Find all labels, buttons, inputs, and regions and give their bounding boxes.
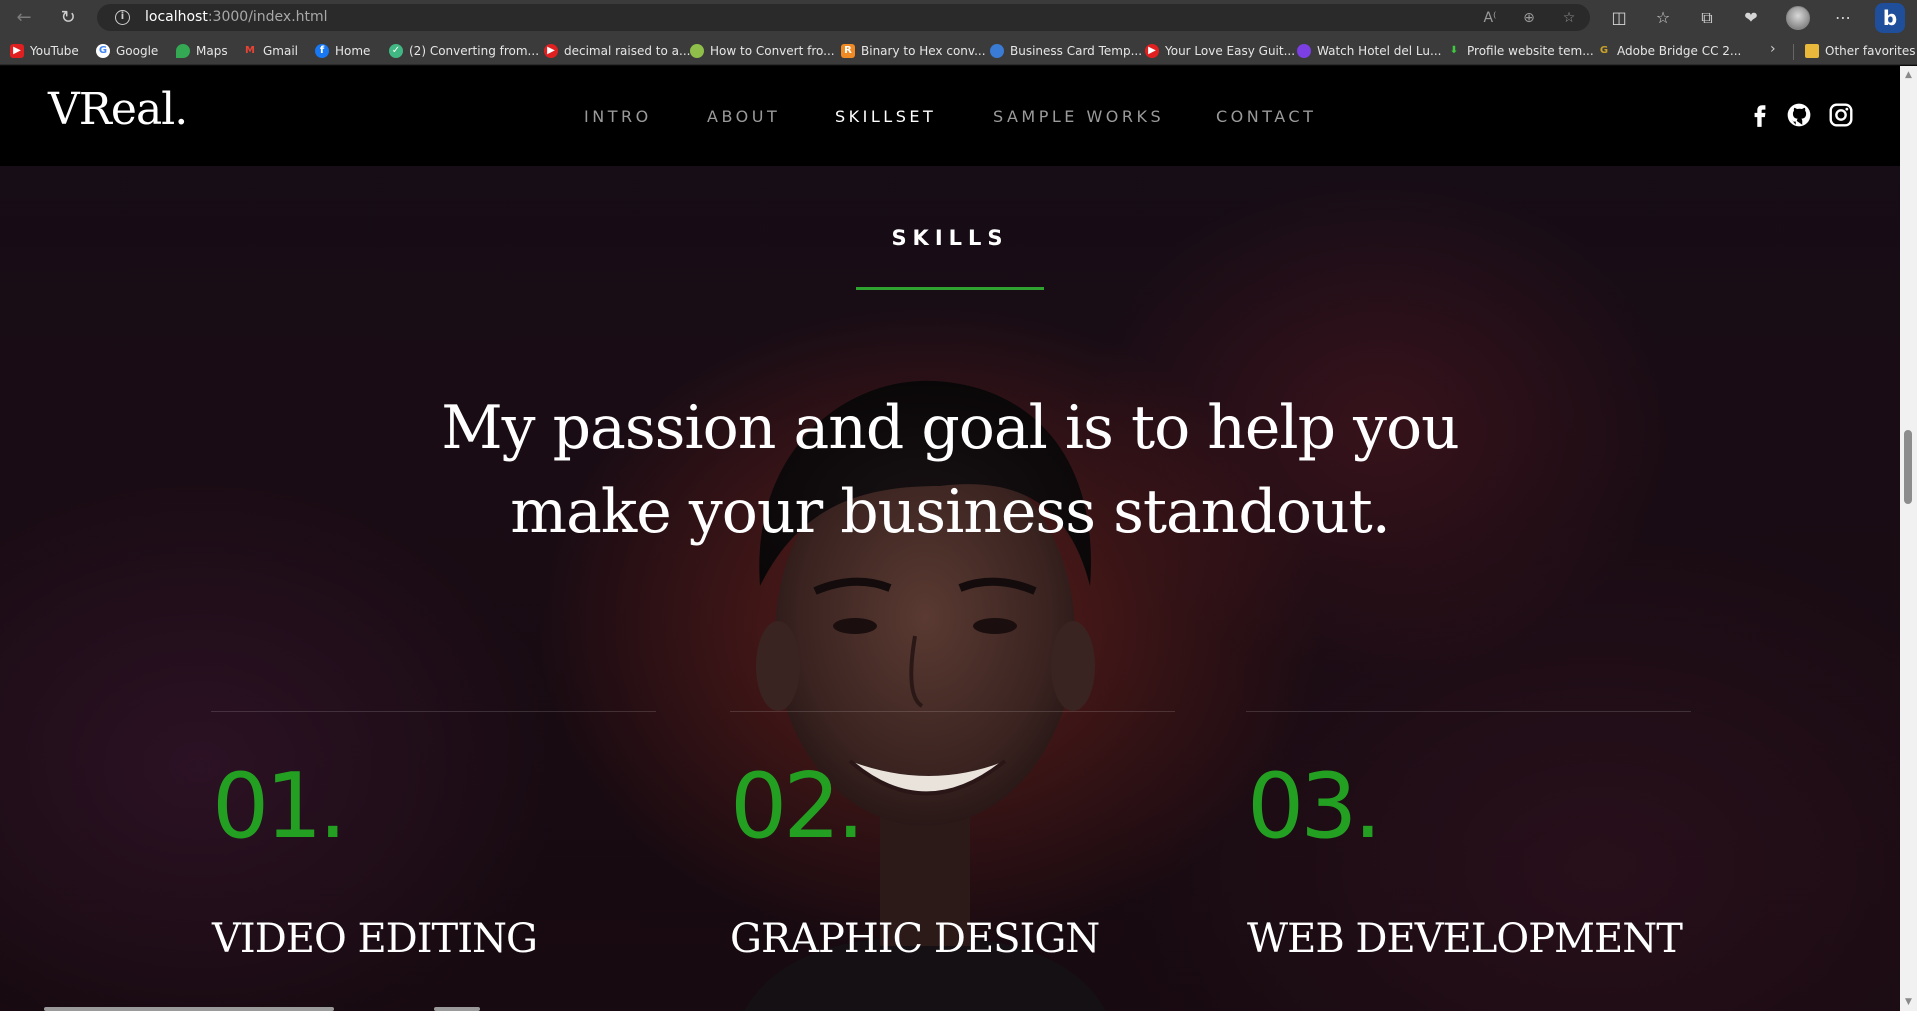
bookmark-item[interactable]: R Binary to Hex conv... [841,42,986,60]
url-path: :3000/index.html [207,9,328,25]
facebook-icon: f [315,44,329,58]
facebook-icon[interactable] [1747,102,1773,128]
github-icon[interactable] [1786,102,1812,128]
bookmark-label: Watch Hotel del Lu... [1317,44,1442,58]
section-underline [856,287,1044,290]
youtube-icon: ▶ [10,44,24,58]
bookmark-item[interactable]: G Google [96,42,158,60]
bookmark-label: (2) Converting from... [409,44,540,58]
more-options-icon[interactable]: ⋯ [1830,5,1856,31]
back-button[interactable]: ← [10,4,38,32]
skill-number: 03. [1247,754,1382,859]
other-favorites[interactable]: Other favorites [1805,42,1916,60]
browser-toolbar: ← ↻ i localhost:3000/index.html A⁽ ⊕ ☆ ◫… [0,0,1917,35]
flower-icon [1297,44,1311,58]
site-logo[interactable]: VReal. [48,84,188,135]
bookmark-label: Maps [196,44,228,58]
bookmark-item[interactable]: Business Card Temp... [990,42,1142,60]
headline-line: make your business standout. [510,477,1391,547]
scroll-up-arrow-icon[interactable]: ▲ [1900,68,1917,82]
nav-link-intro[interactable]: INTRO [584,107,652,126]
bing-copilot-button[interactable]: b [1875,3,1905,33]
skill-title: GRAPHIC DESIGN [730,916,1100,962]
gmail-icon: M [243,44,257,58]
other-favorites-label: Other favorites [1825,44,1916,58]
bookmark-item[interactable]: ▶ decimal raised to a... [544,42,690,60]
url-host: localhost [145,9,208,25]
google-icon: G [96,44,110,58]
bookmark-label: Gmail [263,44,299,58]
vuejs-icon: ✓ [389,44,403,58]
youtube-icon: ▶ [544,44,558,58]
site-icon [690,44,704,58]
bookmark-label: Your Love Easy Guit... [1165,44,1296,58]
reload-button[interactable]: ↻ [54,4,82,32]
nav-link-sample-works[interactable]: SAMPLE WORKS [993,107,1164,126]
bookmark-item[interactable]: Watch Hotel del Lu... [1297,42,1441,60]
skill-number: 02. [730,754,865,859]
address-bar[interactable]: i localhost:3000/index.html A⁽ ⊕ ☆ [97,4,1590,31]
download-icon: ⬇ [1447,44,1461,58]
page-viewport: VReal. INTRO ABOUT SKILLSET SAMPLE WORKS… [0,66,1900,1011]
skill-title: WEB DEVELOPMENT [1247,916,1683,962]
bookmark-label: How to Convert fro... [710,44,835,58]
zoom-icon[interactable]: ⊕ [1519,8,1539,28]
r-icon: R [841,44,855,58]
youtube-icon: ▶ [1145,44,1159,58]
bookmark-label: Google [116,44,159,58]
chevron-right-icon[interactable]: › [1770,41,1776,57]
bookmark-item[interactable]: ✓ (2) Converting from... [389,42,539,60]
bookmark-item[interactable]: How to Convert fro... [690,42,835,60]
skill-title: VIDEO EDITING [212,916,538,962]
bookmark-item[interactable]: ⬇ Profile website tem... [1447,42,1594,60]
favorite-star-icon[interactable]: ☆ [1559,8,1579,28]
skill-divider [1246,711,1691,712]
page-headline: My passion and goal is to help you make … [350,386,1550,554]
bookmark-item[interactable]: M Gmail [243,42,298,60]
bookmark-item[interactable]: Maps [176,42,228,60]
read-aloud-icon[interactable]: A⁽ [1480,8,1500,28]
maps-icon [176,44,190,58]
section-label: SKILLS [891,226,1009,250]
instagram-icon[interactable] [1828,102,1854,128]
bookmark-item[interactable]: ▶ YouTube [10,42,79,60]
nav-link-about[interactable]: ABOUT [707,107,780,126]
bookmark-label: decimal raised to a... [564,44,691,58]
collections-icon[interactable]: ⧉ [1694,5,1720,31]
scrollbar-thumb[interactable] [1904,430,1912,504]
bookmark-item[interactable]: G Adobe Bridge CC 2... [1597,42,1741,60]
bookmarks-bar: ▶ YouTube G Google Maps M Gmail f Home ✓… [0,35,1917,65]
site-info-icon[interactable]: i [115,10,130,25]
url-text[interactable]: localhost:3000/index.html [145,9,328,25]
horizontal-scroll-indicator[interactable] [434,1007,480,1011]
bookmark-item[interactable]: f Home [315,42,370,60]
bookmarks-divider [1793,44,1794,60]
bookmark-label: YouTube [30,44,79,58]
bookmark-label: Home [335,44,371,58]
folder-icon [1805,44,1819,58]
vertical-scrollbar[interactable]: ▲ ▼ [1900,66,1917,1011]
bookmark-label: Business Card Temp... [1010,44,1143,58]
nav-link-skillset[interactable]: SKILLSET [835,107,936,126]
bookmark-label: Profile website tem... [1467,44,1594,58]
favorites-icon[interactable]: ☆ [1650,5,1676,31]
nav-link-contact[interactable]: CONTACT [1216,107,1316,126]
g-icon: G [1597,44,1611,58]
canva-icon [990,44,1004,58]
bookmark-label: Binary to Hex conv... [861,44,986,58]
site-header: VReal. INTRO ABOUT SKILLSET SAMPLE WORKS… [0,66,1900,166]
bookmark-item[interactable]: ▶ Your Love Easy Guit... [1145,42,1295,60]
bookmark-label: Adobe Bridge CC 2... [1617,44,1742,58]
skill-divider [730,711,1175,712]
skill-divider [211,711,656,712]
scroll-down-arrow-icon[interactable]: ▼ [1900,995,1917,1009]
split-screen-icon[interactable]: ◫ [1606,5,1632,31]
skill-number: 01. [212,754,347,859]
extensions-icon[interactable]: ❤ [1738,5,1764,31]
profile-avatar[interactable] [1786,6,1810,30]
horizontal-scroll-indicator[interactable] [44,1007,334,1011]
headline-line: My passion and goal is to help you [441,393,1460,463]
